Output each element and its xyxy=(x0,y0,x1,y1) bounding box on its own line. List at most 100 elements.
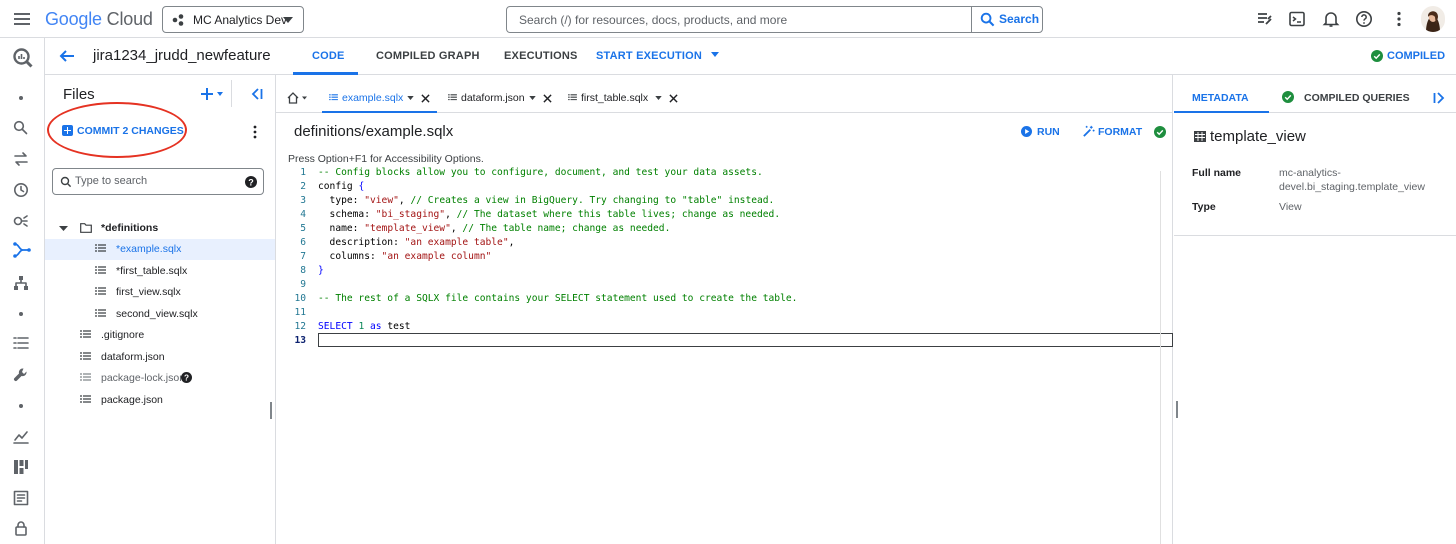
run-button-label: RUN xyxy=(1037,126,1060,138)
tree-file-package-lock[interactable]: package-lock.json ? xyxy=(45,368,275,389)
tree-file-second-view[interactable]: second_view.sqlx xyxy=(45,304,275,325)
code-line: 7 columns: "an example column" xyxy=(276,251,1173,265)
search-input[interactable]: Search (/) for resources, docs, products… xyxy=(519,13,787,27)
svg-text:?: ? xyxy=(184,374,189,383)
back-arrow-icon[interactable] xyxy=(59,48,75,64)
pane-resize-handle[interactable] xyxy=(270,402,272,419)
tab-compiled-graph[interactable]: COMPILED GRAPH xyxy=(376,50,480,62)
code-text: schema: "bi_staging", // The dataset whe… xyxy=(318,209,781,220)
code-line: 10 -- The rest of a SQLX file contains yo… xyxy=(276,293,1173,307)
workspace-name: jira1234_jrudd_newfeature xyxy=(93,47,271,64)
more-options-button[interactable] xyxy=(252,125,258,139)
start-execution-button[interactable]: START EXECUTION xyxy=(596,50,720,62)
tree-item-label: *example.sqlx xyxy=(116,243,182,255)
help-icon[interactable]: ? xyxy=(181,372,192,383)
chevron-down-icon xyxy=(407,96,414,100)
search-bar[interactable]: Search (/) for resources, docs, products… xyxy=(506,6,1043,33)
analytics-hub-icon[interactable] xyxy=(12,212,30,230)
metadata-key: Full name xyxy=(1192,167,1242,179)
file-lines-icon xyxy=(80,373,91,381)
editor-file-title: definitions/example.sqlx xyxy=(294,123,454,140)
add-file-button[interactable] xyxy=(201,87,223,101)
project-picker[interactable]: MC Analytics Dev xyxy=(162,6,304,33)
dashboard-icon[interactable] xyxy=(12,458,30,476)
check-circle-icon xyxy=(1282,91,1294,103)
editor-tab-label: example.sqlx xyxy=(342,92,404,104)
tree-file-example[interactable]: *example.sqlx xyxy=(45,239,275,260)
search-button[interactable]: Search xyxy=(971,7,1043,32)
file-lines-icon xyxy=(448,94,457,101)
chevron-down-icon xyxy=(655,96,662,100)
code-line: 1 -- Config blocks allow you to configure… xyxy=(276,167,1173,181)
close-icon[interactable] xyxy=(669,94,678,103)
tab-metadata[interactable]: METADATA xyxy=(1192,92,1249,104)
list-icon[interactable] xyxy=(12,334,30,352)
pane-resize-handle[interactable] xyxy=(1176,401,1178,418)
monitoring-icon[interactable] xyxy=(12,427,30,445)
tree-item-label: *first_table.sqlx xyxy=(116,265,188,277)
logo-cloud-text: Cloud xyxy=(106,9,153,29)
avatar[interactable] xyxy=(1421,6,1445,32)
metadata-value: mc-analytics-devel.bi_staging.template_v… xyxy=(1279,167,1425,193)
transfers-icon[interactable] xyxy=(12,150,30,168)
lock-icon[interactable] xyxy=(12,519,30,537)
rail-separator-dot xyxy=(19,312,23,316)
code-text: -- Config blocks allow you to configure,… xyxy=(318,167,763,178)
file-lines-icon xyxy=(329,94,338,101)
rail-separator-dot xyxy=(19,404,23,408)
tree-folder-definitions[interactable]: *definitions xyxy=(45,218,275,239)
close-icon[interactable] xyxy=(421,94,430,103)
code-text: columns: "an example column" xyxy=(318,251,492,262)
bigquery-icon[interactable] xyxy=(12,47,33,68)
scheduling-icon[interactable] xyxy=(12,274,30,292)
collapse-right-icon[interactable] xyxy=(1433,92,1445,104)
search-icon xyxy=(60,176,72,188)
wrench-icon[interactable] xyxy=(12,366,30,384)
divider xyxy=(231,80,232,107)
line-number: 3 xyxy=(300,195,306,206)
tab-executions[interactable]: EXECUTIONS xyxy=(504,50,578,62)
tree-item-label: package.json xyxy=(101,394,163,406)
format-button-label: FORMAT xyxy=(1098,126,1143,138)
close-icon[interactable] xyxy=(543,94,552,103)
notifications-icon[interactable] xyxy=(1322,10,1340,28)
notes-icon[interactable] xyxy=(1255,10,1273,28)
accessibility-hint: Press Option+F1 for Accessibility Option… xyxy=(288,153,484,165)
search-icon[interactable] xyxy=(12,119,30,137)
code-line: 5 name: "template_view", // The table na… xyxy=(276,223,1173,237)
code-line: 3 type: "view", // Creates a view in Big… xyxy=(276,195,1173,209)
help-icon[interactable]: ? xyxy=(245,176,257,188)
tab-code[interactable]: CODE xyxy=(312,50,345,62)
top-bar: Google Cloud MC Analytics Dev Search (/)… xyxy=(0,0,1456,38)
tree-file-gitignore[interactable]: .gitignore xyxy=(45,325,275,346)
compiled-status-label: COMPILED xyxy=(1387,50,1446,62)
divider xyxy=(1174,235,1456,236)
cloud-shell-icon[interactable] xyxy=(1288,10,1306,28)
chevron-down-icon xyxy=(711,52,720,57)
tree-file-dataform-json[interactable]: dataform.json xyxy=(45,347,275,368)
menu-icon[interactable] xyxy=(12,9,32,29)
collapse-panel-button[interactable] xyxy=(251,88,263,100)
code-text: } xyxy=(318,265,324,276)
tree-file-first-view[interactable]: first_view.sqlx xyxy=(45,282,275,303)
google-cloud-logo[interactable]: Google Cloud xyxy=(45,9,153,30)
file-search-input[interactable]: Type to search ? xyxy=(52,168,264,195)
check-circle-icon xyxy=(1371,50,1383,62)
help-icon[interactable] xyxy=(1355,10,1373,28)
dataform-icon[interactable] xyxy=(0,236,44,264)
editor-scrollbar[interactable] xyxy=(1160,171,1161,544)
metadata-panel: METADATA COMPILED QUERIES template_view … xyxy=(1174,75,1456,544)
home-tab[interactable] xyxy=(287,92,307,121)
line-number: 10 xyxy=(294,293,306,304)
history-icon[interactable] xyxy=(12,181,30,199)
active-editor-tab-indicator xyxy=(322,111,437,113)
tree-file-first-table[interactable]: *first_table.sqlx xyxy=(45,261,275,282)
more-vert-icon[interactable] xyxy=(1390,10,1408,28)
code-line: 6 description: "an example table", xyxy=(276,237,1173,251)
reports-icon[interactable] xyxy=(12,489,30,507)
line-number: 7 xyxy=(300,251,306,262)
tree-file-package-json[interactable]: package.json xyxy=(45,390,275,411)
logo-google-word: Google xyxy=(45,9,102,29)
chevron-down-icon xyxy=(283,17,293,23)
code-text: name: "template_view", // The table name… xyxy=(318,223,671,234)
